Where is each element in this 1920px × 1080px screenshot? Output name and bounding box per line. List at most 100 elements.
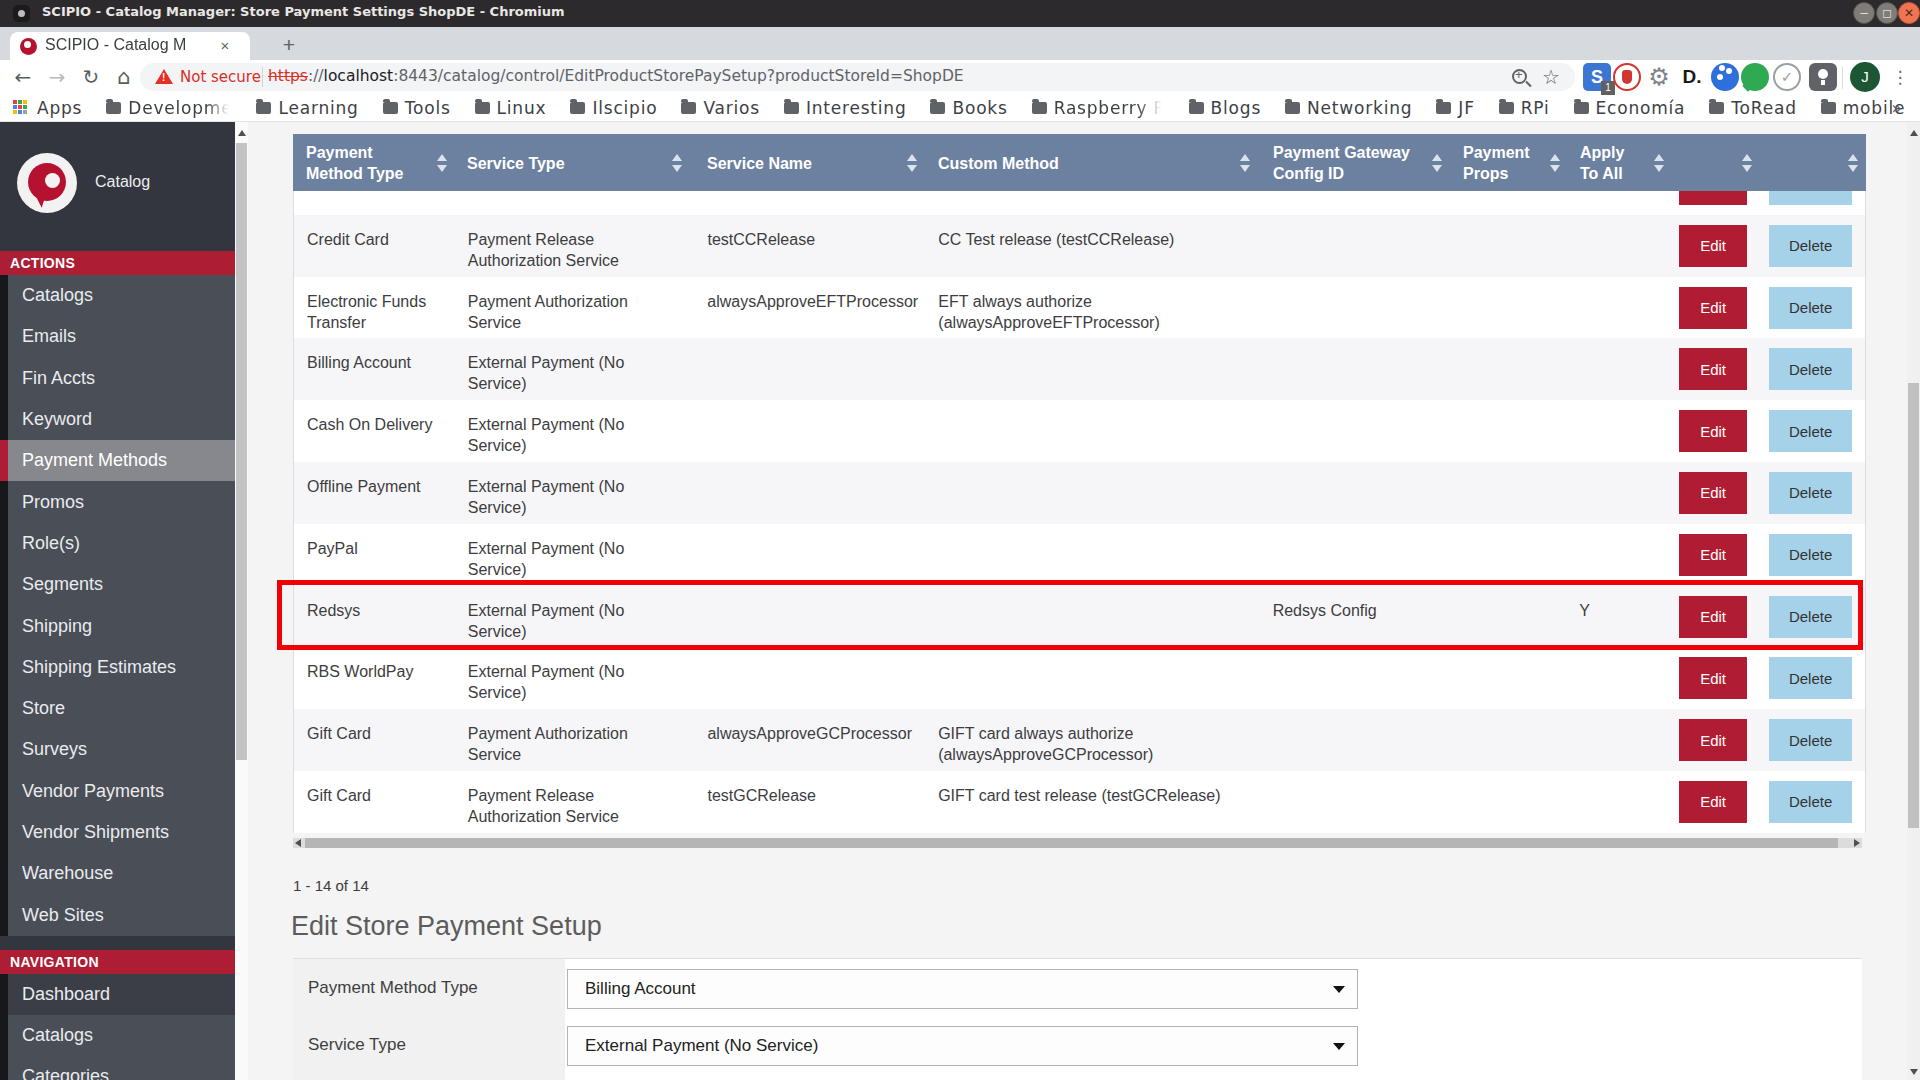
window-maximize-button[interactable]: ◻ (1876, 2, 1898, 24)
bookmark-item[interactable]: Apps (13, 98, 82, 118)
edit-button[interactable]: Edit (1679, 287, 1747, 329)
zoom-icon[interactable] (1512, 69, 1527, 84)
sidebar-item-payment-methods[interactable]: Payment Methods (0, 440, 235, 481)
sort-icon[interactable] (436, 154, 448, 172)
delete-button[interactable]: Delete (1769, 410, 1852, 452)
sidebar-item-vendor-shipments[interactable]: Vendor Shipments (0, 812, 235, 853)
sidebar-item-promos[interactable]: Promos (0, 481, 235, 522)
delete-button[interactable]: Delete (1769, 287, 1852, 329)
check-circle-extension-icon[interactable]: ✓ (1773, 63, 1801, 91)
stop-hand-extension-icon[interactable] (1613, 63, 1641, 91)
table-horizontal-scrollbar[interactable] (293, 838, 1862, 848)
bookmark-item[interactable]: Blogs (1189, 98, 1261, 118)
column-header[interactable]: Service Type (455, 134, 690, 191)
url-text[interactable]: https://localhost:8443/catalog/control/E… (268, 67, 964, 85)
column-header[interactable] (1760, 134, 1866, 191)
delete-button[interactable]: Delete (1769, 225, 1852, 267)
scroll-up-icon[interactable] (1910, 130, 1918, 136)
sidebar-item-dashboard[interactable]: Dashboard (0, 974, 235, 1015)
sidebar-item-keyword[interactable]: Keyword (0, 399, 235, 440)
scroll-left-icon[interactable] (295, 839, 301, 847)
sort-icon[interactable] (1847, 154, 1859, 172)
green-bubble-extension-icon[interactable] (1741, 63, 1769, 91)
delete-button[interactable]: Delete (1769, 348, 1852, 390)
sort-icon[interactable] (671, 154, 683, 172)
column-header[interactable]: Custom Method (925, 134, 1258, 191)
bookmark-item[interactable]: Networking (1285, 98, 1412, 118)
column-header[interactable]: Payment Gateway Config ID (1258, 134, 1450, 191)
edit-button[interactable]: Edit (1679, 191, 1747, 205)
window-minimize-button[interactable]: − (1853, 2, 1875, 24)
sidebar-item-catalogs[interactable]: Catalogs (0, 275, 235, 316)
sidebar-item-role-s-[interactable]: Role(s) (0, 523, 235, 564)
forward-button[interactable]: → (42, 62, 72, 92)
delete-button[interactable]: Delete (1769, 472, 1852, 514)
column-header[interactable]: Apply To All (1568, 134, 1672, 191)
scroll-up-icon[interactable] (238, 130, 246, 136)
bookmark-item[interactable]: Books (930, 98, 1007, 118)
sidebar-item-segments[interactable]: Segments (0, 564, 235, 605)
service-type-select[interactable]: External Payment (No Service) (567, 1026, 1358, 1066)
bookmark-item[interactable]: Tools (383, 98, 451, 118)
sort-icon[interactable] (1741, 154, 1753, 172)
sort-icon[interactable] (1549, 154, 1561, 172)
column-header[interactable]: Service Name (690, 134, 925, 191)
column-header[interactable]: Payment Props (1450, 134, 1568, 191)
sidebar-item-warehouse[interactable]: Warehouse (0, 853, 235, 894)
tab-close-icon[interactable]: × (215, 36, 235, 56)
sidebar-item-shipping-estimates[interactable]: Shipping Estimates (0, 647, 235, 688)
profile-avatar[interactable]: J (1850, 62, 1880, 92)
edit-button[interactable]: Edit (1679, 781, 1747, 823)
payment-method-type-select[interactable]: Billing Account (567, 969, 1358, 1009)
edit-button[interactable]: Edit (1679, 410, 1747, 452)
home-button[interactable]: ⌂ (109, 62, 139, 92)
not-secure-label[interactable]: Not secure (180, 68, 261, 86)
column-header[interactable] (1672, 134, 1760, 191)
edit-button[interactable]: Edit (1679, 657, 1747, 699)
sort-icon[interactable] (906, 154, 918, 172)
bookmark-item[interactable]: Ilscipio (570, 98, 657, 118)
edit-button[interactable]: Edit (1679, 596, 1747, 638)
delete-button[interactable]: Delete (1769, 781, 1852, 823)
bookmark-star-icon[interactable]: ☆ (1542, 65, 1560, 89)
reload-button[interactable]: ↻ (76, 62, 106, 92)
page-scrollbar[interactable] (1907, 122, 1920, 1080)
edit-button[interactable]: Edit (1679, 472, 1747, 514)
sort-icon[interactable] (1239, 154, 1251, 172)
edit-button[interactable]: Edit (1679, 348, 1747, 390)
sort-icon[interactable] (1431, 154, 1443, 172)
security-warning-icon[interactable] (155, 69, 173, 84)
delete-button[interactable]: Delete (1769, 534, 1852, 576)
bookmark-item[interactable]: RPi (1499, 98, 1550, 118)
new-tab-button[interactable]: + (276, 33, 302, 59)
scroll-down-icon[interactable] (1910, 1069, 1918, 1075)
edit-button[interactable]: Edit (1679, 225, 1747, 267)
address-bar[interactable]: Not secure https://localhost:8443/catalo… (140, 63, 1575, 91)
bookmarks-overflow-icon[interactable]: » (1892, 98, 1902, 118)
edit-button[interactable]: Edit (1679, 719, 1747, 761)
scroll-right-icon[interactable] (1854, 839, 1860, 847)
gear-extension-icon[interactable]: ⚙ (1645, 63, 1673, 91)
bookmark-item[interactable]: Developme (106, 98, 232, 118)
sidebar-item-shipping[interactable]: Shipping (0, 605, 235, 646)
delete-button[interactable]: Delete (1769, 657, 1852, 699)
delete-button[interactable]: Delete (1769, 596, 1852, 638)
sidebar-item-store[interactable]: Store (0, 688, 235, 729)
browser-menu-icon[interactable]: ⋮ (1888, 62, 1912, 92)
browser-tab[interactable]: SCIPIO - Catalog M × (10, 32, 250, 60)
blue-dots-extension-icon[interactable] (1711, 63, 1739, 91)
bookmark-item[interactable]: Interesting (784, 98, 907, 118)
sidebar-item-emails[interactable]: Emails (0, 316, 235, 357)
bookmark-item[interactable]: JF (1436, 98, 1474, 118)
sidebar-item-vendor-payments[interactable]: Vendor Payments (0, 771, 235, 812)
s-blue-extension-icon[interactable]: S1 (1583, 63, 1611, 91)
back-button[interactable]: ← (8, 62, 38, 92)
sidebar-item-web-sites[interactable]: Web Sites (0, 894, 235, 935)
delete-button[interactable]: Delete (1769, 719, 1852, 761)
sort-icon[interactable] (1653, 154, 1665, 172)
sidebar-scrollbar[interactable] (235, 122, 248, 1080)
disconnect-extension-icon[interactable]: D. (1678, 63, 1706, 91)
lightbulb-extension-icon[interactable] (1809, 63, 1837, 91)
delete-button[interactable]: Delete (1769, 191, 1852, 205)
bookmark-item[interactable]: Raspberry P (1032, 98, 1165, 118)
